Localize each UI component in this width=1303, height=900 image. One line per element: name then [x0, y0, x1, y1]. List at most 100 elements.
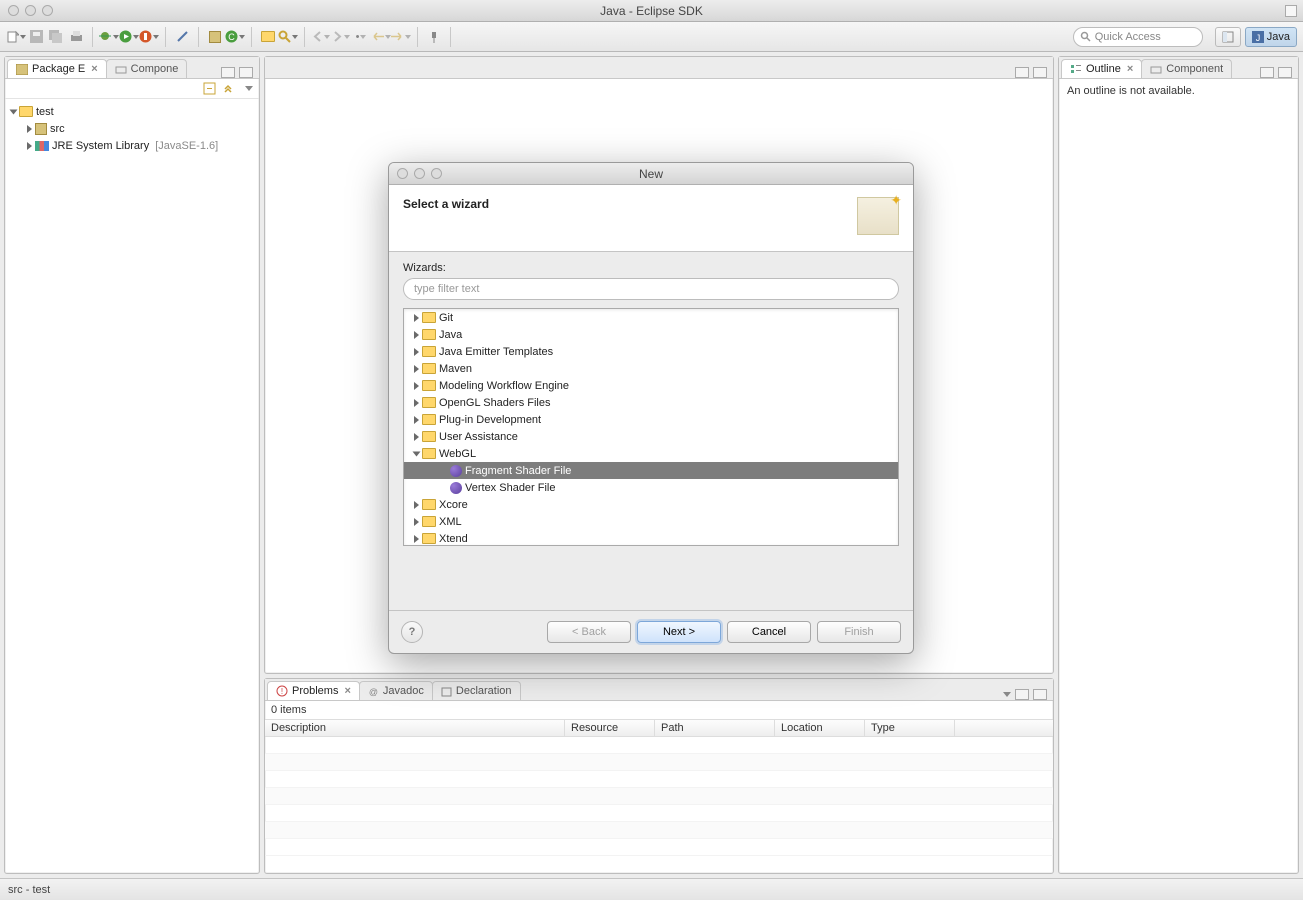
- nav-next-button[interactable]: [331, 27, 351, 47]
- save-all-button[interactable]: [46, 27, 66, 47]
- tab-component-right[interactable]: Component: [1141, 59, 1232, 78]
- close-icon[interactable]: ×: [91, 63, 97, 75]
- pin-button[interactable]: [424, 27, 444, 47]
- package-explorer-icon: [16, 64, 28, 75]
- minimize-view-button[interactable]: [1015, 689, 1029, 700]
- next-button[interactable]: Next >: [637, 621, 721, 643]
- dialog-titlebar[interactable]: New: [389, 163, 913, 185]
- status-bar: src - test: [0, 878, 1303, 900]
- help-button[interactable]: ?: [401, 621, 423, 643]
- close-icon[interactable]: ×: [1127, 63, 1133, 75]
- svg-text:@: @: [369, 687, 378, 697]
- nav-last-button[interactable]: •: [351, 27, 371, 47]
- view-menu-button[interactable]: [1003, 692, 1011, 697]
- new-button[interactable]: [6, 27, 26, 47]
- svg-text:!: !: [281, 687, 283, 696]
- run-button[interactable]: [119, 27, 139, 47]
- tab-package-explorer[interactable]: Package E ×: [7, 59, 107, 78]
- finish-button[interactable]: Finish: [817, 621, 901, 643]
- col-resource[interactable]: Resource: [565, 720, 655, 736]
- close-icon[interactable]: ×: [344, 685, 350, 697]
- declaration-icon: [441, 686, 452, 697]
- maximize-view-button[interactable]: [1033, 689, 1047, 700]
- wizard-filter-input[interactable]: type filter text: [403, 278, 899, 300]
- new-class-button[interactable]: C: [225, 27, 245, 47]
- wizards-label: Wizards:: [403, 262, 899, 274]
- minimize-view-button[interactable]: [1260, 67, 1274, 78]
- problems-panel: ! Problems × @ Javadoc Declaration: [264, 678, 1054, 874]
- perspective-java-button[interactable]: JJava: [1245, 27, 1297, 47]
- wizard-category[interactable]: Git: [404, 309, 898, 326]
- tree-src[interactable]: src: [5, 120, 259, 137]
- save-button[interactable]: [26, 27, 46, 47]
- outline-body: An outline is not available.: [1059, 79, 1298, 873]
- maximize-view-button[interactable]: [239, 67, 253, 78]
- wizard-item[interactable]: Fragment Shader File: [404, 462, 898, 479]
- wizard-tree[interactable]: GitJavaJava Emitter TemplatesMavenModeli…: [403, 308, 899, 546]
- tab-outline[interactable]: Outline ×: [1061, 59, 1142, 78]
- tab-component[interactable]: Compone: [106, 59, 188, 78]
- maximize-editor-button[interactable]: [1033, 67, 1047, 78]
- col-description[interactable]: Description: [265, 720, 565, 736]
- package-explorer-tree[interactable]: test src JRE System Library [JavaSE-1.6]: [5, 99, 259, 873]
- debug-button[interactable]: [99, 27, 119, 47]
- print-button[interactable]: [66, 27, 86, 47]
- search-icon: [1080, 31, 1091, 42]
- open-type-button[interactable]: [258, 27, 278, 47]
- back-button[interactable]: [371, 27, 391, 47]
- link-editor-button[interactable]: [222, 82, 235, 95]
- wizard-category[interactable]: Modeling Workflow Engine: [404, 377, 898, 394]
- svg-text:J: J: [1256, 33, 1261, 43]
- tab-declaration[interactable]: Declaration: [432, 681, 521, 700]
- tab-javadoc[interactable]: @ Javadoc: [359, 681, 433, 700]
- status-text: src - test: [8, 884, 50, 896]
- col-type[interactable]: Type: [865, 720, 955, 736]
- problems-table-body: [265, 737, 1053, 873]
- wizard-category[interactable]: Java Emitter Templates: [404, 343, 898, 360]
- wizard-category[interactable]: User Assistance: [404, 428, 898, 445]
- wizard-category[interactable]: Maven: [404, 360, 898, 377]
- wizard-banner-icon: [857, 197, 899, 235]
- new-wizard-dialog: New Select a wizard Wizards: type filter…: [388, 162, 914, 654]
- col-path[interactable]: Path: [655, 720, 775, 736]
- component-icon: [115, 64, 127, 75]
- component-icon: [1150, 64, 1162, 75]
- outline-icon: [1070, 63, 1082, 75]
- wizard-category[interactable]: Java: [404, 326, 898, 343]
- view-menu-button[interactable]: [245, 86, 253, 91]
- tab-problems[interactable]: ! Problems ×: [267, 681, 360, 700]
- search-button[interactable]: [278, 27, 298, 47]
- wizard-item[interactable]: Vertex Shader File: [404, 479, 898, 496]
- problems-icon: !: [276, 685, 288, 697]
- package-explorer-panel: Package E × Compone test s: [4, 56, 260, 874]
- wizard-category[interactable]: Xtend: [404, 530, 898, 546]
- tree-project[interactable]: test: [5, 103, 259, 120]
- wizard-category[interactable]: WebGL: [404, 445, 898, 462]
- col-location[interactable]: Location: [775, 720, 865, 736]
- new-package-button[interactable]: [205, 27, 225, 47]
- back-button[interactable]: < Back: [547, 621, 631, 643]
- javadoc-icon: @: [368, 686, 379, 697]
- maximize-view-button[interactable]: [1278, 67, 1292, 78]
- cancel-button[interactable]: Cancel: [727, 621, 811, 643]
- problems-table-header: Description Resource Path Location Type: [265, 719, 1053, 737]
- wizard-category[interactable]: Xcore: [404, 496, 898, 513]
- collapse-all-button[interactable]: [203, 82, 216, 95]
- main-toolbar: C • Quick Access JJava: [0, 22, 1303, 52]
- minimize-view-button[interactable]: [221, 67, 235, 78]
- quick-access-placeholder: Quick Access: [1095, 31, 1161, 43]
- external-tools-button[interactable]: [139, 27, 159, 47]
- forward-button[interactable]: [391, 27, 411, 47]
- wand-button[interactable]: [172, 27, 192, 47]
- minimize-editor-button[interactable]: [1015, 67, 1029, 78]
- wizard-category[interactable]: XML: [404, 513, 898, 530]
- tree-jre[interactable]: JRE System Library [JavaSE-1.6]: [5, 137, 259, 154]
- wizard-category[interactable]: Plug-in Development: [404, 411, 898, 428]
- wizard-category[interactable]: OpenGL Shaders Files: [404, 394, 898, 411]
- open-perspective-button[interactable]: [1215, 27, 1241, 47]
- dialog-heading: Select a wizard: [403, 197, 489, 235]
- outline-panel: Outline × Component An outline is not av…: [1058, 56, 1299, 874]
- nav-prev-button[interactable]: [311, 27, 331, 47]
- quick-access-input[interactable]: Quick Access: [1073, 27, 1203, 47]
- problems-count: 0 items: [265, 701, 1053, 719]
